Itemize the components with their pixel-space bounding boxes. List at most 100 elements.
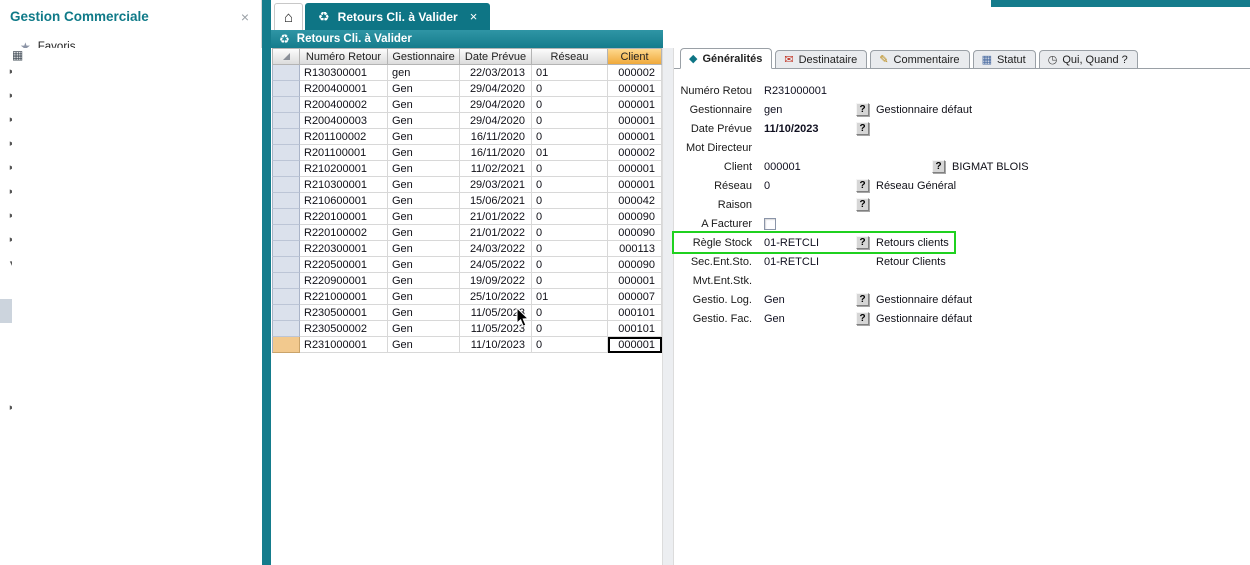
cell-client[interactable]: 000101 — [608, 321, 662, 337]
cell-reseau[interactable]: 0 — [532, 161, 608, 177]
cell-reseau[interactable]: 0 — [532, 209, 608, 225]
cell-client[interactable]: 000001 — [608, 129, 662, 145]
column-header-reseau[interactable]: Réseau — [532, 48, 608, 65]
cell-numero-retour[interactable]: R231000001 — [300, 337, 388, 353]
help-button[interactable]: ? — [932, 160, 945, 173]
table-row[interactable]: R221000001Gen25/10/202201000007 — [272, 289, 662, 305]
cell-gestionnaire[interactable]: Gen — [388, 209, 460, 225]
detail-tab-destinataire[interactable]: ✉Destinataire — [775, 50, 867, 69]
cell-numero-retour[interactable]: R220300001 — [300, 241, 388, 257]
table-row[interactable]: R200400001Gen29/04/20200000001 — [272, 81, 662, 97]
tab-retours-cli-a-valider[interactable]: ♻ Retours Cli. à Valider × — [305, 3, 490, 30]
cell-numero-retour[interactable]: R200400002 — [300, 97, 388, 113]
cell-gestionnaire[interactable]: Gen — [388, 321, 460, 337]
row-selector-cell[interactable] — [272, 193, 300, 209]
row-selector-cell[interactable] — [272, 209, 300, 225]
cell-client[interactable]: 000001 — [608, 161, 662, 177]
cell-numero-retour[interactable]: R230500001 — [300, 305, 388, 321]
numero-retou-field[interactable]: R231000001 — [764, 85, 856, 97]
row-selector-cell[interactable] — [272, 129, 300, 145]
row-selector-cell[interactable] — [272, 161, 300, 177]
cell-reseau[interactable]: 0 — [532, 193, 608, 209]
cell-date-prevue[interactable]: 16/11/2020 — [460, 145, 532, 161]
cell-reseau[interactable]: 0 — [532, 257, 608, 273]
cell-date-prevue[interactable]: 21/01/2022 — [460, 225, 532, 241]
row-selector-cell[interactable] — [272, 225, 300, 241]
row-selector-cell[interactable] — [272, 65, 300, 81]
table-row[interactable]: R210600001Gen15/06/20210000042 — [272, 193, 662, 209]
table-row[interactable]: R200400002Gen29/04/20200000001 — [272, 97, 662, 113]
cell-reseau[interactable]: 0 — [532, 321, 608, 337]
table-row[interactable]: R220100001Gen21/01/20220000090 — [272, 209, 662, 225]
table-row[interactable]: R231000001Gen11/10/20230000001 — [272, 337, 662, 353]
detail-tab-generalites[interactable]: ◆Généralités — [680, 48, 772, 69]
cell-date-prevue[interactable]: 11/05/2023 — [460, 305, 532, 321]
cell-date-prevue[interactable]: 11/02/2021 — [460, 161, 532, 177]
cell-numero-retour[interactable]: R130300001 — [300, 65, 388, 81]
table-row[interactable]: R220300001Gen24/03/20220000113 — [272, 241, 662, 257]
cell-client[interactable]: 000001 — [608, 113, 662, 129]
column-header-numero-retour[interactable]: Numéro Retour — [300, 48, 388, 65]
help-button[interactable]: ? — [856, 236, 869, 249]
help-button[interactable]: ? — [856, 103, 869, 116]
cell-gestionnaire[interactable]: Gen — [388, 177, 460, 193]
cell-numero-retour[interactable]: R220100002 — [300, 225, 388, 241]
cell-gestionnaire[interactable]: Gen — [388, 225, 460, 241]
cell-gestionnaire[interactable]: gen — [388, 65, 460, 81]
cell-numero-retour[interactable]: R220100001 — [300, 209, 388, 225]
row-selector-cell[interactable] — [272, 241, 300, 257]
select-all-header-cell[interactable] — [272, 48, 300, 65]
cell-date-prevue[interactable]: 24/05/2022 — [460, 257, 532, 273]
cell-reseau[interactable]: 0 — [532, 113, 608, 129]
help-button[interactable]: ? — [856, 122, 869, 135]
cell-client[interactable]: 000002 — [608, 145, 662, 161]
table-row[interactable]: R230500001Gen11/05/20230000101 — [272, 305, 662, 321]
cell-date-prevue[interactable]: 29/04/2020 — [460, 97, 532, 113]
row-selector-cell[interactable] — [272, 289, 300, 305]
cell-gestionnaire[interactable]: Gen — [388, 193, 460, 209]
cell-client[interactable]: 000001 — [608, 97, 662, 113]
cell-gestionnaire[interactable]: Gen — [388, 113, 460, 129]
cell-reseau[interactable]: 0 — [532, 241, 608, 257]
cell-gestionnaire[interactable]: Gen — [388, 337, 460, 353]
cell-numero-retour[interactable]: R221000001 — [300, 289, 388, 305]
cell-date-prevue[interactable]: 21/01/2022 — [460, 209, 532, 225]
row-selector-cell[interactable] — [272, 273, 300, 289]
cell-numero-retour[interactable]: R220500001 — [300, 257, 388, 273]
table-row[interactable]: R201100001Gen16/11/202001000002 — [272, 145, 662, 161]
row-selector-cell[interactable] — [272, 257, 300, 273]
cell-date-prevue[interactable]: 22/03/2013 — [460, 65, 532, 81]
cell-numero-retour[interactable]: R210300001 — [300, 177, 388, 193]
cell-client[interactable]: 000042 — [608, 193, 662, 209]
tab-close-icon[interactable]: × — [470, 9, 478, 24]
cell-numero-retour[interactable]: R230500002 — [300, 321, 388, 337]
cell-gestionnaire[interactable]: Gen — [388, 81, 460, 97]
cell-reseau[interactable]: 0 — [532, 337, 608, 353]
cell-client[interactable]: 000001 — [608, 81, 662, 97]
date-prevue-field[interactable]: 11/10/2023 — [764, 123, 856, 135]
cell-reseau[interactable]: 0 — [532, 129, 608, 145]
cell-reseau[interactable]: 01 — [532, 289, 608, 305]
row-selector-cell[interactable] — [272, 97, 300, 113]
sidebar-item-besoins-de-gestion[interactable]: ▸▦Besoins de Gestion — [0, 227, 261, 251]
gestio-log-field[interactable]: Gen — [764, 294, 856, 306]
cell-numero-retour[interactable]: R210600001 — [300, 193, 388, 209]
tab-home[interactable]: ⌂ — [274, 3, 303, 30]
table-row[interactable]: R220500001Gen24/05/20220000090 — [272, 257, 662, 273]
cell-client[interactable]: 000001 — [608, 273, 662, 289]
cell-date-prevue[interactable]: 19/09/2022 — [460, 273, 532, 289]
cell-gestionnaire[interactable]: Gen — [388, 289, 460, 305]
cell-gestionnaire[interactable]: Gen — [388, 145, 460, 161]
cell-numero-retour[interactable]: R210200001 — [300, 161, 388, 177]
cell-date-prevue[interactable]: 25/10/2022 — [460, 289, 532, 305]
cell-reseau[interactable]: 0 — [532, 225, 608, 241]
cell-client[interactable]: 000090 — [608, 257, 662, 273]
table-row[interactable]: R210300001Gen29/03/20210000001 — [272, 177, 662, 193]
gestio-fac-field[interactable]: Gen — [764, 313, 856, 325]
cell-date-prevue[interactable]: 11/10/2023 — [460, 337, 532, 353]
cell-numero-retour[interactable]: R200400001 — [300, 81, 388, 97]
table-row[interactable]: R130300001gen22/03/201301000002 — [272, 65, 662, 81]
cell-numero-retour[interactable]: R220900001 — [300, 273, 388, 289]
row-selector-cell[interactable] — [272, 113, 300, 129]
table-row[interactable]: R220900001Gen19/09/20220000001 — [272, 273, 662, 289]
